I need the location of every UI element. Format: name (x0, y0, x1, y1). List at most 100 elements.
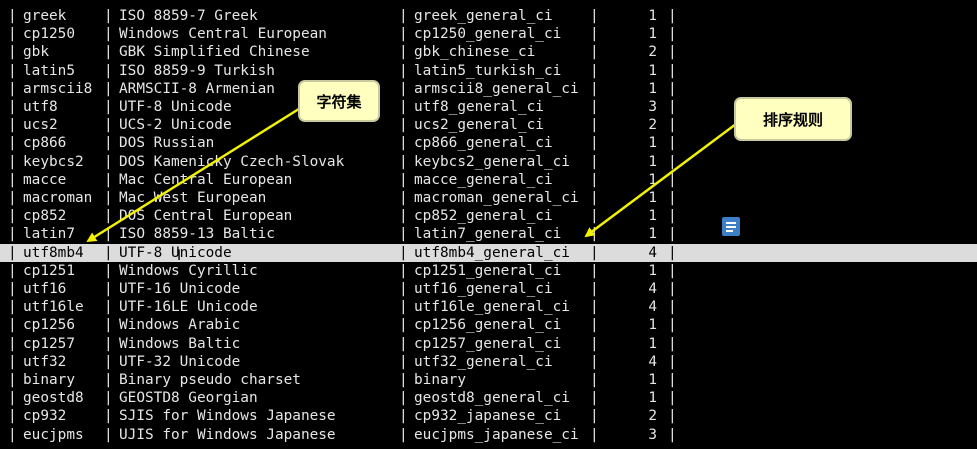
document-icon[interactable] (722, 217, 740, 236)
table-row: | cp852 | DOS Central European | cp852_genera… (0, 207, 977, 225)
column-separator: | (590, 317, 599, 334)
column-separator: | (399, 353, 408, 370)
column-separator: | (104, 190, 113, 206)
description-cell: UTF-16LE Unicode (119, 299, 258, 316)
table-row: | latin7 | ISO 8859-13 Baltic | latin7_genera… (0, 225, 977, 243)
column-separator: | (8, 153, 17, 170)
maxlen-cell: 2 (648, 44, 657, 61)
collation-callout: 排序规则 (734, 97, 852, 141)
maxlen-cell: 1 (648, 135, 657, 152)
column-separator: | (104, 262, 113, 279)
column-separator: | (668, 426, 677, 443)
column-separator: | (668, 353, 677, 370)
column-separator: | (668, 8, 677, 24)
column-separator: | (399, 244, 408, 261)
column-separator: | (668, 408, 677, 425)
description-cell: UTF-8 Unicode (119, 99, 232, 115)
collation-cell: utf8_general_ci (414, 99, 544, 115)
charset-callout: 字符集 (298, 80, 380, 122)
description-cell: UTF-8 Unicode (119, 244, 232, 261)
terminal-window[interactable]: | greek | ISO 8859-7 Greek | greek_general_ci… (0, 0, 977, 449)
column-separator: | (8, 135, 17, 152)
column-separator: | (399, 281, 408, 297)
charset-cell: cp1250 (23, 26, 75, 43)
column-separator: | (590, 135, 599, 152)
column-separator: | (399, 135, 408, 152)
maxlen-cell: 1 (648, 335, 657, 352)
collation-cell: ucs2_general_ci (414, 117, 544, 134)
column-separator: | (8, 262, 17, 279)
column-separator: | (8, 117, 17, 134)
column-separator: | (104, 372, 113, 388)
column-separator: | (399, 226, 408, 243)
column-separator: | (8, 190, 17, 206)
column-separator: | (590, 80, 599, 97)
column-separator: | (668, 117, 677, 134)
column-separator: | (104, 426, 113, 443)
charset-cell: eucjpms (23, 426, 84, 443)
column-separator: | (8, 26, 17, 43)
column-separator: | (399, 262, 408, 279)
charset-cell: gbk (23, 44, 49, 61)
charset-cell: geostd8 (23, 390, 84, 407)
column-separator: | (590, 281, 599, 297)
column-separator: | (8, 408, 17, 425)
column-separator: | (399, 208, 408, 225)
column-separator: | (104, 208, 113, 225)
column-separator: | (399, 190, 408, 206)
charset-cell: utf8mb4 (23, 244, 84, 261)
description-cell: DOS Central European (119, 208, 293, 225)
charset-cell: binary (23, 372, 75, 388)
description-cell: UCS-2 Unicode (119, 117, 232, 134)
column-separator: | (104, 408, 113, 425)
maxlen-cell: 3 (648, 426, 657, 443)
description-cell: UTF-16 Unicode (119, 281, 241, 297)
column-separator: | (590, 62, 599, 79)
table-row: | utf16le | UTF-16LE Unicode | utf16le_genera… (0, 298, 977, 316)
column-separator: | (590, 408, 599, 425)
column-separator: | (8, 426, 17, 443)
column-separator: | (668, 335, 677, 352)
column-separator: | (590, 372, 599, 388)
maxlen-cell: 4 (648, 244, 657, 261)
maxlen-cell: 2 (648, 117, 657, 134)
collation-callout-label: 排序规则 (762, 110, 823, 129)
maxlen-cell: 1 (648, 153, 657, 170)
charset-cell: greek (23, 8, 67, 24)
table-row: | cp1250 | Windows Central European | cp1250_… (0, 25, 977, 43)
column-separator: | (8, 353, 17, 370)
charset-cell: keybcs2 (23, 153, 84, 170)
maxlen-cell: 1 (648, 8, 657, 24)
maxlen-cell: 1 (648, 390, 657, 407)
column-separator: | (104, 8, 113, 24)
description-cell: ISO 8859-13 Baltic (119, 226, 275, 243)
column-separator: | (399, 117, 408, 134)
table-row: | utf32 | UTF-32 Unicode | utf32_general_ci | 4… (0, 353, 977, 371)
column-separator: | (104, 335, 113, 352)
column-separator: | (104, 62, 113, 79)
column-separator: | (104, 80, 113, 97)
maxlen-cell: 1 (648, 80, 657, 97)
charset-cell: armscii8 (23, 80, 93, 97)
column-separator: | (399, 80, 408, 97)
description-cell: DOS Kamenicky Czech-Slovak (119, 153, 345, 170)
column-separator: | (399, 8, 408, 24)
column-separator: | (590, 426, 599, 443)
column-separator: | (8, 208, 17, 225)
column-separator: | (104, 26, 113, 43)
column-separator: | (590, 299, 599, 316)
charset-cell: cp1256 (23, 317, 75, 334)
column-separator: | (8, 99, 17, 115)
column-separator: | (668, 135, 677, 152)
charset-cell: cp866 (23, 135, 67, 152)
column-separator: | (399, 62, 408, 79)
column-separator: | (8, 372, 17, 388)
column-separator: | (590, 8, 599, 24)
maxlen-cell: 4 (648, 299, 657, 316)
column-separator: | (104, 171, 113, 188)
charset-cell: latin5 (23, 62, 75, 79)
description-cell: Windows Baltic (119, 335, 241, 352)
collation-cell: cp866_general_ci (414, 135, 553, 152)
collation-cell: cp1250_general_ci (414, 26, 562, 43)
column-separator: | (668, 153, 677, 170)
